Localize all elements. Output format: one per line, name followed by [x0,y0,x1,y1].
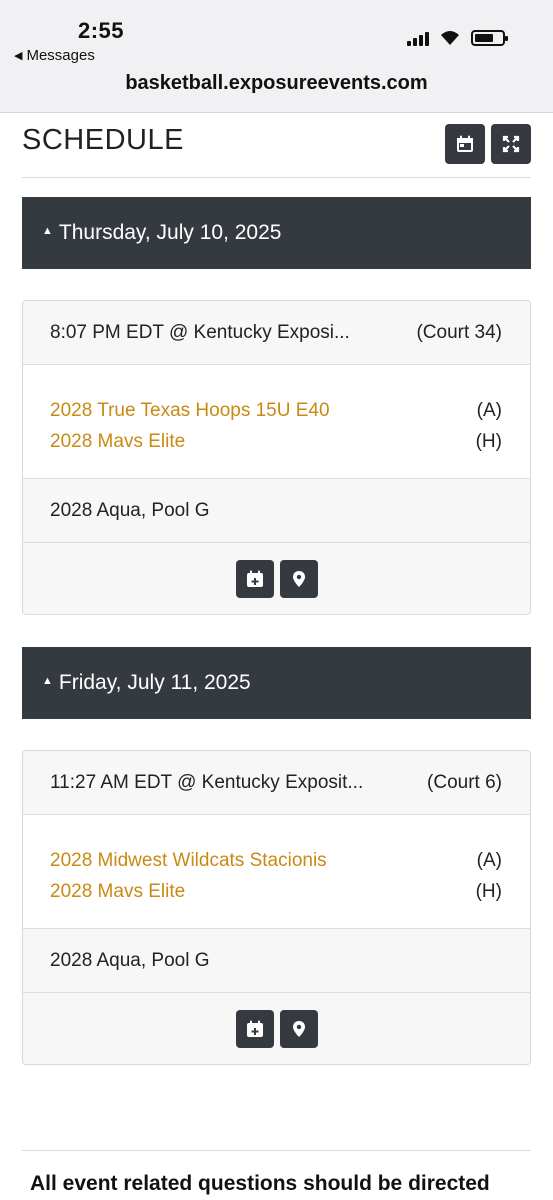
battery-icon [471,30,508,46]
signal-icon [407,30,429,46]
url-bar[interactable]: basketball.exposureevents.com [0,72,553,95]
map-marker-icon [292,1021,305,1037]
game-time-location: 11:27 AM EDT @ Kentucky Exposit... [50,771,364,793]
team-row-away: 2028 True Texas Hoops 15U E40 (A) [50,395,502,426]
game-actions [23,993,530,1064]
home-team-link[interactable]: 2028 Mavs Elite [50,876,185,907]
game-time-row: 11:27 AM EDT @ Kentucky Exposit... (Cour… [23,751,530,815]
footer-notice: All event related questions should be di… [30,1172,490,1195]
team-row-home: 2028 Mavs Elite (H) [50,426,502,457]
day-header-friday[interactable]: ▲ Friday, July 11, 2025 [22,647,531,719]
fullscreen-button[interactable] [491,124,531,164]
team-row-away: 2028 Midwest Wildcats Stacionis (A) [50,845,502,876]
away-team-link[interactable]: 2028 True Texas Hoops 15U E40 [50,395,330,426]
expand-icon [502,135,520,153]
status-time: 2:55 [78,18,125,43]
home-team-link[interactable]: 2028 Mavs Elite [50,426,185,457]
game-teams: 2028 Midwest Wildcats Stacionis (A) 2028… [23,815,530,929]
day-header-thursday[interactable]: ▲ Thursday, July 10, 2025 [22,197,531,269]
team-row-home: 2028 Mavs Elite (H) [50,876,502,907]
game-division: 2028 Aqua, Pool G [23,479,530,543]
game-teams: 2028 True Texas Hoops 15U E40 (A) 2028 M… [23,365,530,479]
caret-up-icon: ▲ [42,225,53,237]
back-arrow-icon: ◀ [14,50,23,62]
caret-up-icon: ▲ [42,675,53,687]
game-division: 2028 Aqua, Pool G [23,929,530,993]
away-team-link[interactable]: 2028 Midwest Wildcats Stacionis [50,845,327,876]
game-time-row: 8:07 PM EDT @ Kentucky Exposi... (Court … [23,301,530,365]
header-divider [22,177,531,178]
game-court: (Court 6) [427,771,502,793]
wifi-icon [441,31,459,45]
game-court: (Court 34) [416,321,502,343]
back-label: Messages [26,47,95,64]
calendar-plus-icon [246,570,263,587]
calendar-plus-icon [246,1020,263,1037]
game-card: 11:27 AM EDT @ Kentucky Exposit... (Cour… [22,750,531,1065]
system-status-icons [407,30,508,46]
away-marker: (A) [476,850,502,871]
add-to-calendar-button[interactable] [235,560,274,598]
page-title: SCHEDULE [22,124,184,156]
day-date: Friday, July 11, 2025 [58,671,251,694]
game-card: 8:07 PM EDT @ Kentucky Exposi... (Court … [22,300,531,615]
map-marker-icon [292,571,305,587]
footer-divider [22,1150,531,1151]
home-marker: (H) [475,431,502,452]
home-marker: (H) [475,881,502,902]
game-actions [23,543,530,614]
calendar-button[interactable] [445,124,485,164]
browser-top-bar: 2:55 ◀ Messages basketball.exposureevent… [0,0,553,113]
away-marker: (A) [476,400,502,421]
back-to-messages-link[interactable]: ◀ Messages [14,47,95,64]
game-time-location: 8:07 PM EDT @ Kentucky Exposi... [50,321,350,343]
day-date: Thursday, July 10, 2025 [58,221,282,244]
add-to-calendar-button[interactable] [235,1010,274,1048]
calendar-icon [457,135,473,152]
map-location-button[interactable] [279,560,318,598]
map-location-button[interactable] [279,1010,318,1048]
